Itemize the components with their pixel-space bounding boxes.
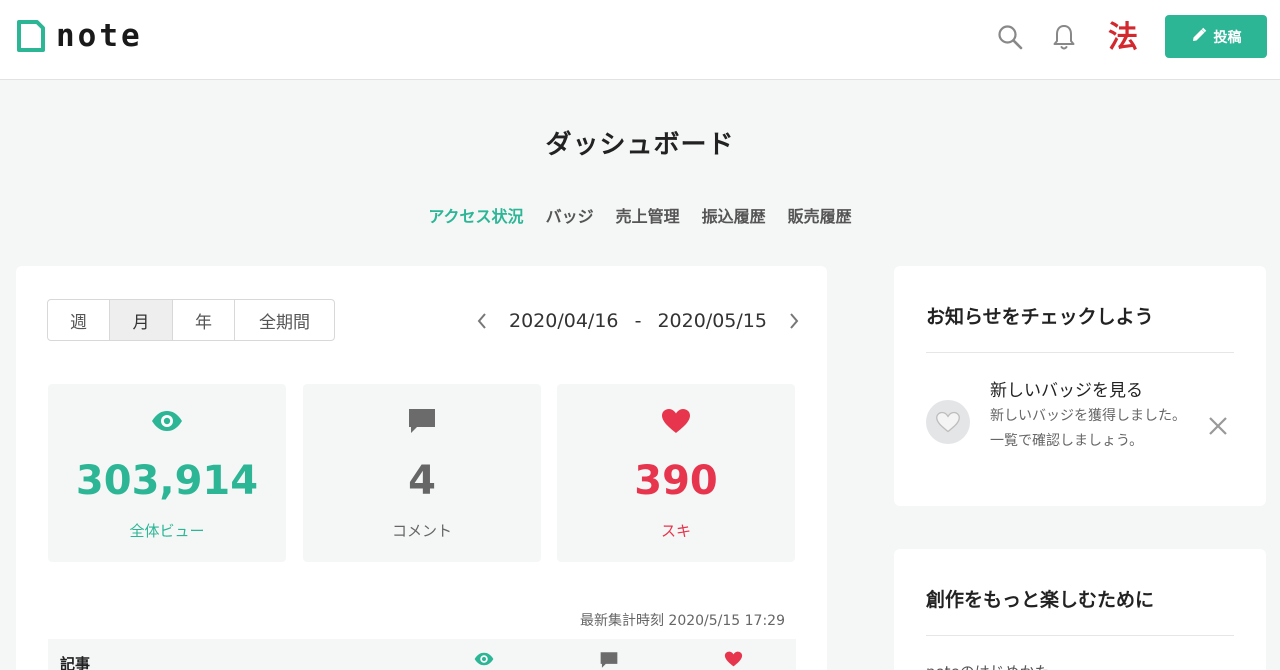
- search-icon[interactable]: [996, 22, 1024, 52]
- comments-label: コメント: [391, 522, 452, 540]
- comments-value: 4: [408, 458, 436, 504]
- notice-card-title: お知らせをチェックしよう: [926, 306, 1154, 328]
- creation-card-title: 創作をもっと楽しむために: [926, 589, 1155, 611]
- post-button[interactable]: 投稿: [1165, 15, 1267, 58]
- heart-icon: [557, 406, 795, 436]
- eye-icon: [48, 406, 286, 436]
- period-year-button[interactable]: 年: [173, 300, 235, 340]
- tab-transfers[interactable]: 振込履歴: [702, 203, 766, 227]
- last-updated: 最新集計時刻 2020/5/15 17:29: [579, 613, 785, 629]
- period-week-button[interactable]: 週: [48, 300, 110, 340]
- user-avatar[interactable]: 法: [1104, 17, 1142, 59]
- notice-card: お知らせをチェックしよう 新しいバッジを見る 新しいバッジを獲得しました。一覧で…: [894, 266, 1266, 506]
- views-label: 全体ビュー: [129, 522, 205, 540]
- period-month-button[interactable]: 月: [110, 300, 173, 340]
- creation-guide-link[interactable]: noteのはじめかた: [926, 661, 1050, 670]
- date-range: 2020/04/16 - 2020/05/15: [471, 308, 805, 334]
- articles-table-header: 記事: [48, 639, 796, 670]
- date-end: 2020/05/15: [657, 310, 767, 332]
- tab-sales-history[interactable]: 販売履歴: [788, 203, 852, 227]
- badge-heart-icon: [926, 400, 970, 444]
- heart-icon[interactable]: [724, 651, 743, 670]
- likes-label: スキ: [660, 522, 691, 540]
- creation-card: 創作をもっと楽しむために noteのはじめかた: [894, 549, 1266, 670]
- date-separator: -: [634, 310, 642, 332]
- date-range-text: 2020/04/16 - 2020/05/15: [509, 310, 767, 332]
- date-start: 2020/04/16: [509, 310, 619, 332]
- period-all-button[interactable]: 全期間: [235, 300, 334, 340]
- access-card: 週 月 年 全期間 2020/04/16 - 2020/05/15 303,91…: [16, 266, 827, 670]
- logo-text: note: [56, 18, 143, 54]
- chevron-left-icon[interactable]: [471, 308, 493, 334]
- bell-icon[interactable]: [1050, 22, 1078, 52]
- views-value: 303,914: [75, 458, 259, 504]
- stat-likes: 390 スキ: [557, 384, 795, 562]
- article-column-header: 記事: [60, 655, 91, 670]
- comment-icon[interactable]: [599, 651, 619, 670]
- stat-views: 303,914 全体ビュー: [48, 384, 286, 562]
- eye-icon[interactable]: [474, 651, 494, 670]
- likes-value: 390: [634, 458, 718, 504]
- notice-item-body: 新しいバッジを獲得しました。一覧で確認しましょう。: [990, 408, 1186, 449]
- chevron-right-icon[interactable]: [783, 308, 805, 334]
- close-icon[interactable]: [1206, 414, 1230, 438]
- comment-icon: [303, 406, 541, 436]
- dashboard-tabs: アクセス状況 バッジ 売上管理 振込履歴 販売履歴: [0, 203, 1280, 227]
- note-logo[interactable]: note: [16, 20, 143, 52]
- divider: [926, 635, 1234, 636]
- period-selector: 週 月 年 全期間: [47, 299, 335, 341]
- top-header: note 法 投稿: [0, 0, 1280, 80]
- pencil-icon: [1191, 27, 1207, 47]
- post-label: 投稿: [1213, 29, 1242, 46]
- tab-access[interactable]: アクセス状況: [428, 203, 523, 227]
- note-logo-icon: [16, 20, 46, 52]
- tab-sales[interactable]: 売上管理: [616, 203, 680, 227]
- tab-badges[interactable]: バッジ: [546, 203, 594, 227]
- divider: [926, 352, 1234, 353]
- notice-item-title[interactable]: 新しいバッジを見る: [990, 376, 1143, 401]
- page-title: ダッシュボード: [545, 130, 735, 160]
- stat-comments: 4 コメント: [303, 384, 541, 562]
